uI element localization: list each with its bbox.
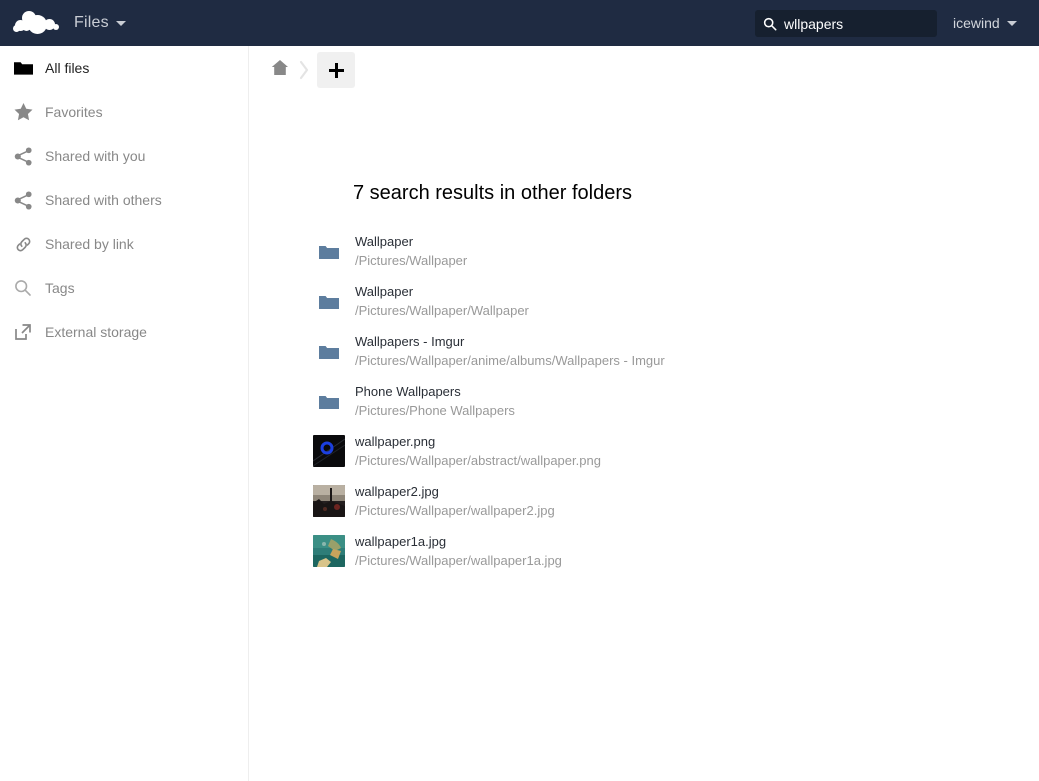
- result-name: wallpaper2.jpg: [355, 484, 439, 499]
- main-content: 7 search results in other folders Wallpa…: [250, 46, 1039, 781]
- sidebar-item-label: External storage: [45, 324, 147, 340]
- search-box[interactable]: [755, 10, 937, 37]
- search-result-row[interactable]: wallpaper2.jpg /Pictures/Wallpaper/wallp…: [303, 476, 1003, 526]
- search-result-row[interactable]: Wallpapers - Imgur /Pictures/Wallpaper/a…: [303, 326, 1003, 376]
- result-path: /Pictures/Wallpaper/wallpaper1a.jpg: [355, 553, 562, 568]
- link-icon: [12, 233, 34, 255]
- results-heading: 7 search results in other folders: [353, 182, 633, 204]
- breadcrumb-separator: [291, 46, 317, 94]
- sidebar-item-label: Shared with others: [45, 192, 162, 208]
- image-thumbnail-dusk-scene: [313, 485, 345, 517]
- result-name: Phone Wallpapers: [355, 384, 461, 399]
- chevron-down-icon: [1006, 20, 1017, 26]
- result-name: Wallpapers - Imgur: [355, 334, 465, 349]
- result-name: Wallpaper: [355, 234, 414, 249]
- result-path: /Pictures/Wallpaper/abstract/wallpaper.p…: [355, 453, 601, 468]
- sidebar-item-external-storage[interactable]: External storage: [0, 310, 248, 354]
- sidebar-item-favorites[interactable]: Favorites: [0, 90, 248, 134]
- home-icon: [271, 59, 289, 81]
- external-link-icon: [12, 321, 34, 343]
- star-icon: [12, 101, 34, 123]
- search-input[interactable]: [784, 12, 934, 35]
- result-name: wallpaper1a.jpg: [355, 534, 447, 549]
- sidebar-item-tags[interactable]: Tags: [0, 266, 248, 310]
- file-thumbnail: [303, 535, 355, 567]
- user-name-label: icewind: [953, 15, 1000, 31]
- app-header: Files icewind: [0, 0, 1039, 46]
- folder-icon: [12, 57, 34, 79]
- sidebar-item-shared-with-you[interactable]: Shared with you: [0, 134, 248, 178]
- logo-link[interactable]: [0, 0, 74, 46]
- folder-icon: [303, 393, 355, 410]
- sidebar-item-shared-with-others[interactable]: Shared with others: [0, 178, 248, 222]
- search-result-row[interactable]: Phone Wallpapers /Pictures/Phone Wallpap…: [303, 376, 1003, 426]
- share-icon: [12, 145, 34, 167]
- plus-icon: [328, 62, 344, 78]
- file-thumbnail: [303, 435, 355, 467]
- sidebar-item-label: Shared with you: [45, 148, 146, 164]
- sidebar-item-label: Shared by link: [45, 236, 134, 252]
- search-result-row[interactable]: Wallpaper /Pictures/Wallpaper/Wallpaper: [303, 276, 1003, 326]
- user-menu-toggle[interactable]: icewind: [953, 0, 1017, 46]
- folder-icon: [303, 243, 355, 260]
- search-icon: [763, 17, 777, 30]
- result-path: /Pictures/Phone Wallpapers: [355, 403, 515, 418]
- result-name: wallpaper.png: [355, 434, 436, 449]
- result-path: /Pictures/Wallpaper/Wallpaper: [355, 303, 529, 318]
- sidebar-item-all-files[interactable]: All files: [0, 46, 248, 90]
- new-file-button[interactable]: [317, 52, 355, 88]
- folder-icon: [303, 293, 355, 310]
- sidebar-item-label: Favorites: [45, 104, 103, 120]
- search-result-row[interactable]: wallpaper.png /Pictures/Wallpaper/abstra…: [303, 426, 1003, 476]
- result-path: /Pictures/Wallpaper: [355, 253, 468, 268]
- chevron-right-icon: [299, 60, 309, 80]
- sidebar-item-label: All files: [45, 60, 90, 76]
- app-menu-toggle[interactable]: Files: [74, 14, 126, 32]
- result-path: /Pictures/Wallpaper/wallpaper2.jpg: [355, 503, 555, 518]
- file-thumbnail: [303, 485, 355, 517]
- controls-bar: [250, 46, 1039, 94]
- search-results-list: Wallpaper /Pictures/Wallpaper Wallpaper …: [303, 226, 1003, 576]
- magnifier-icon: [12, 277, 34, 299]
- chevron-down-icon: [115, 20, 126, 26]
- folder-icon: [303, 343, 355, 360]
- search-result-row[interactable]: Wallpaper /Pictures/Wallpaper: [303, 226, 1003, 276]
- result-path: /Pictures/Wallpaper/anime/albums/Wallpap…: [355, 353, 665, 368]
- image-thumbnail-dark-blue-ring: [313, 435, 345, 467]
- search-result-row[interactable]: wallpaper1a.jpg /Pictures/Wallpaper/wall…: [303, 526, 1003, 576]
- breadcrumb-home[interactable]: [269, 46, 291, 94]
- sidebar-item-shared-by-link[interactable]: Shared by link: [0, 222, 248, 266]
- owncloud-cloud-logo: [13, 10, 61, 36]
- sidebar: All files Favorites Shared with you Shar…: [0, 46, 249, 781]
- image-thumbnail-teal-landscape: [313, 535, 345, 567]
- result-name: Wallpaper: [355, 284, 414, 299]
- sidebar-item-label: Tags: [45, 280, 75, 296]
- app-name-label: Files: [74, 14, 109, 31]
- share-icon: [12, 189, 34, 211]
